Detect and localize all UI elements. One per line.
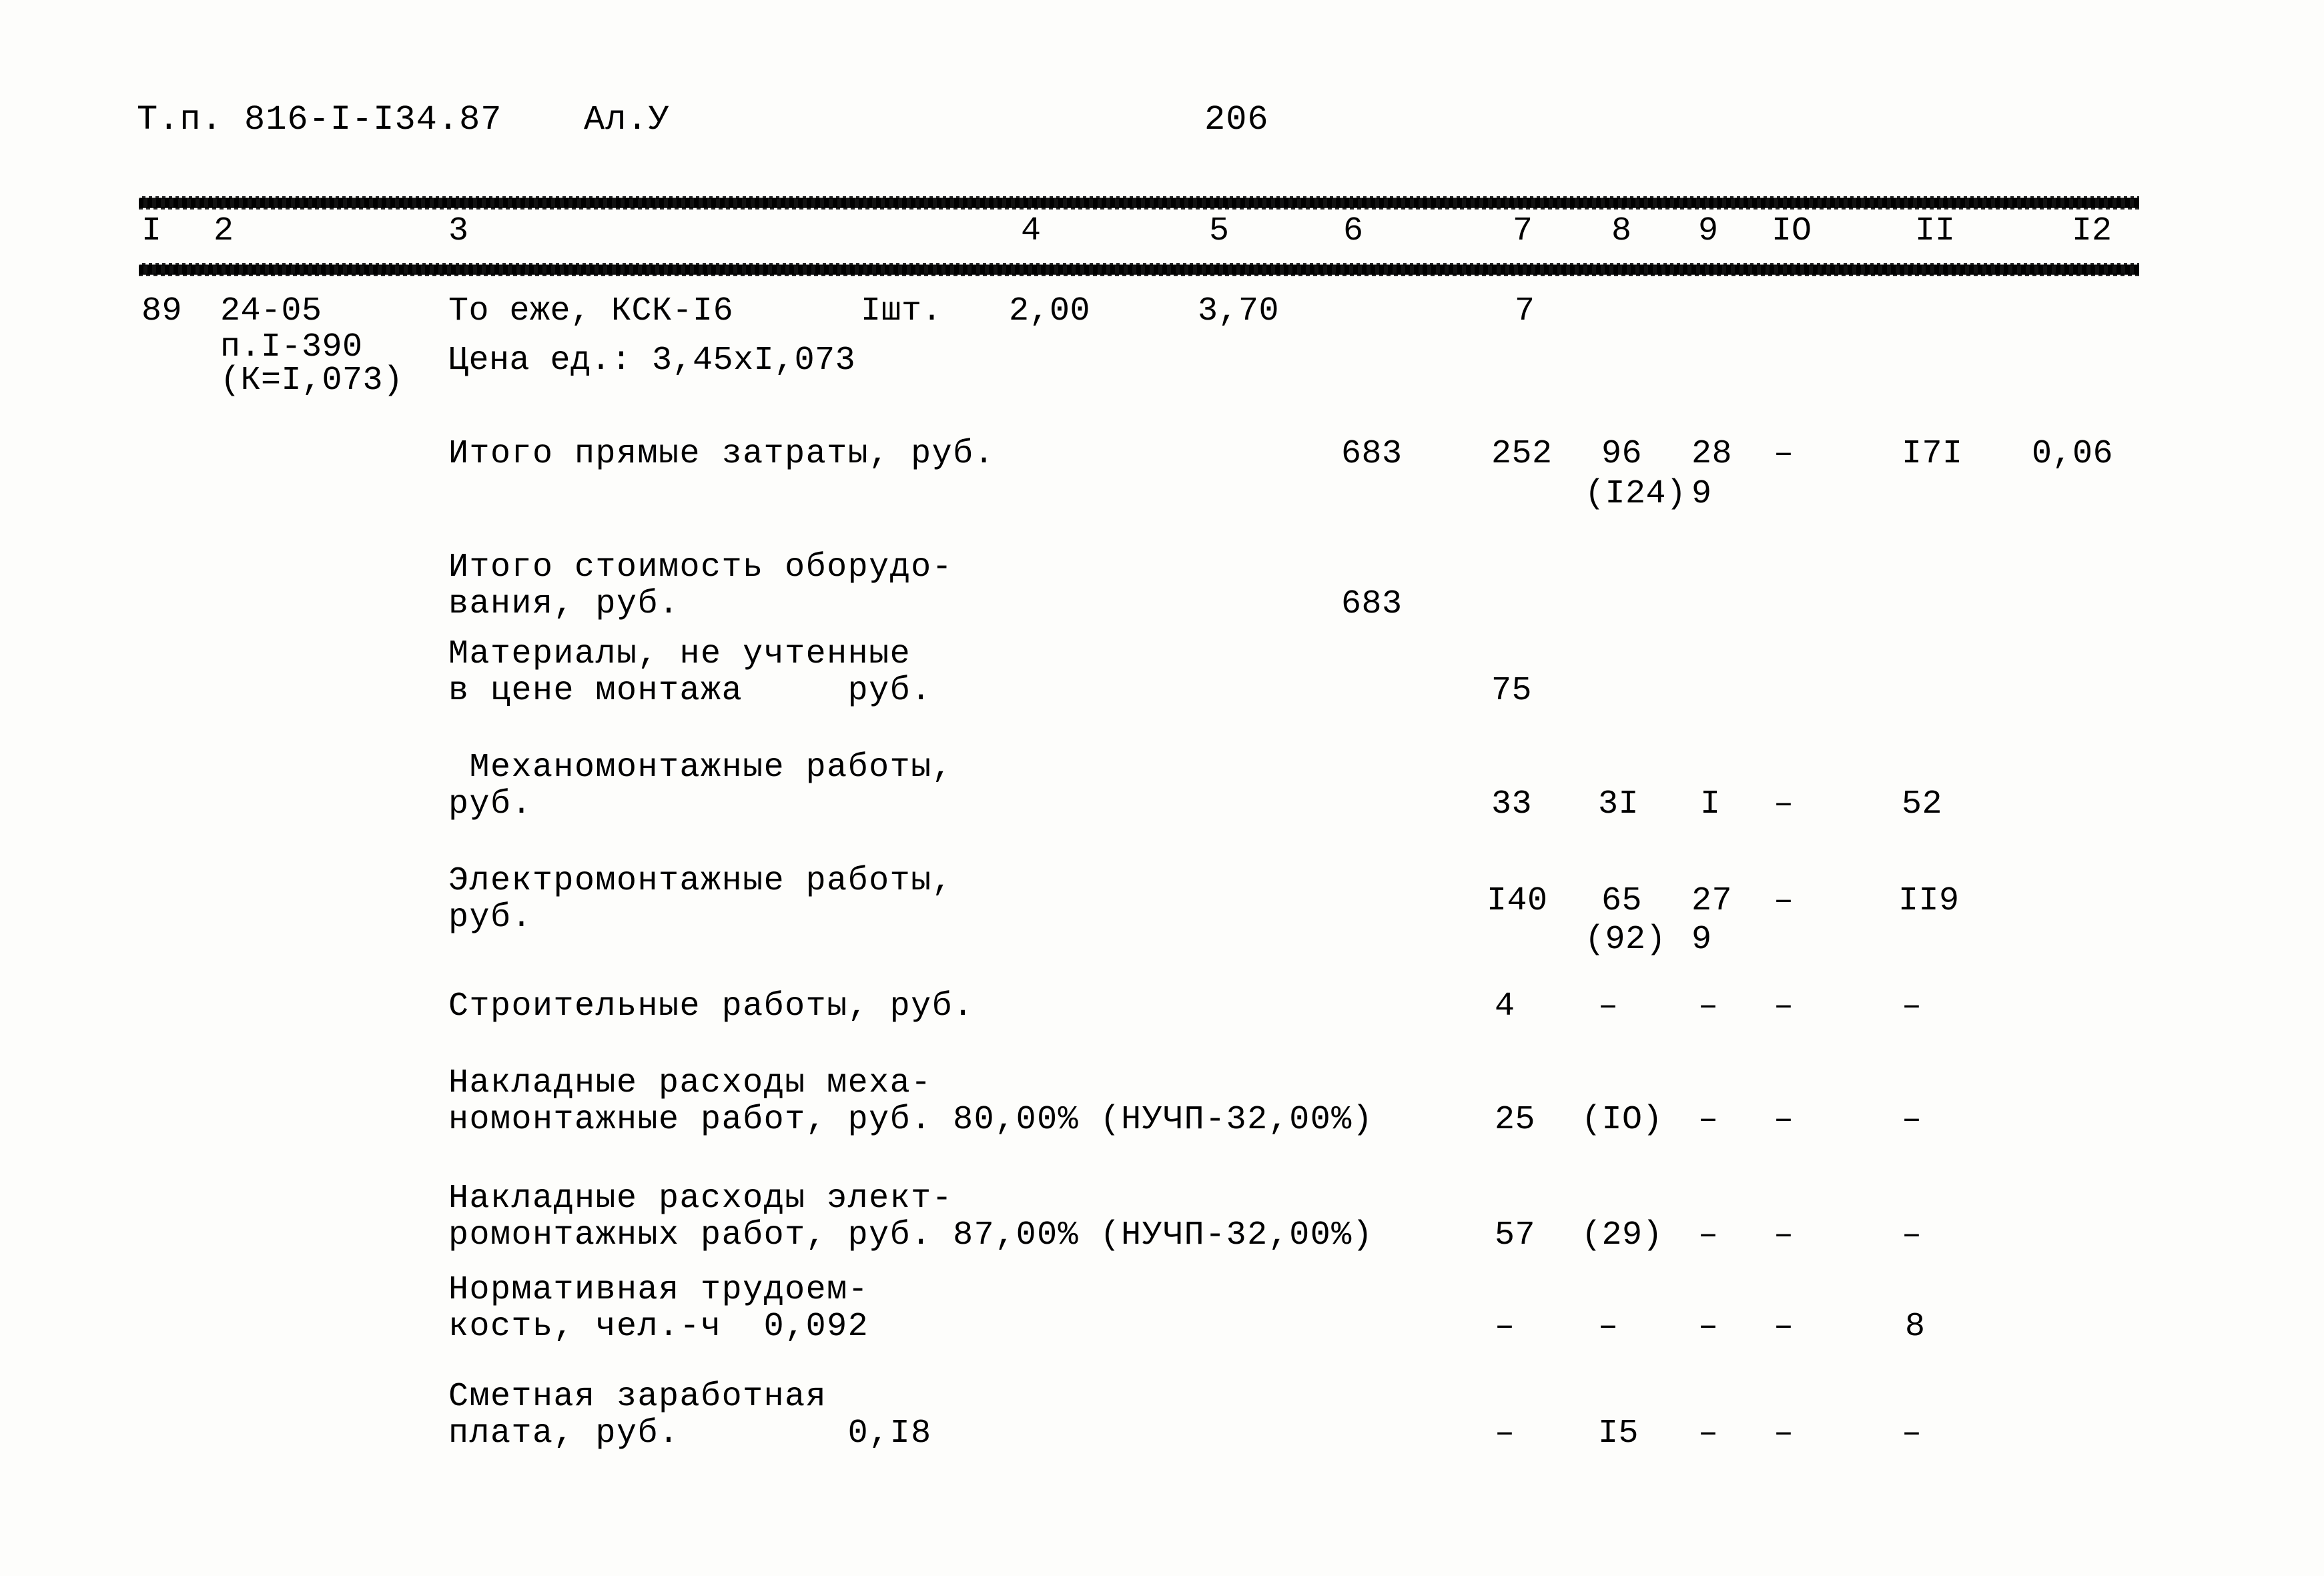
- row-value-c7: 33: [1491, 785, 1533, 823]
- column-header-3: 3: [448, 212, 469, 250]
- row-value-c10: –: [1774, 882, 1794, 920]
- row-value-c7: –: [1495, 1415, 1515, 1453]
- row-label-2: номонтажные работ, руб. 80,00% (НУЧП-32,…: [448, 1101, 1374, 1139]
- table-rule-top: [139, 196, 2139, 210]
- item-unit: Iшт.: [861, 292, 943, 330]
- row-label: Накладные расходы меха-: [448, 1064, 932, 1102]
- row-value-c8: (29): [1581, 1216, 1663, 1254]
- row-value-c8b: (I24): [1585, 475, 1687, 513]
- column-header-8: 8: [1611, 212, 1632, 250]
- row-value-c9b: 9: [1691, 921, 1712, 959]
- column-header-9: 9: [1698, 212, 1719, 250]
- row-value-c10: –: [1774, 1308, 1794, 1346]
- column-header-11: II: [1915, 212, 1956, 250]
- row-value-c9: I: [1700, 785, 1721, 823]
- item-number: 89: [141, 292, 183, 330]
- row-value-c9: –: [1698, 1308, 1719, 1346]
- row-label: Материалы, не учтенные: [448, 635, 911, 673]
- document-page: Т.п. 816-I-I34.87 Ал.У 206 I 2 3 4 5 6 7…: [0, 0, 2324, 1576]
- row-value-c8: 65: [1601, 882, 1643, 920]
- row-value-c8: 96: [1601, 435, 1643, 473]
- item-col7: 7: [1515, 292, 1535, 330]
- row-value-c7: 4: [1495, 988, 1515, 1026]
- row-value-c11: –: [1902, 1216, 1922, 1254]
- row-label: Строительные работы, руб.: [448, 988, 974, 1026]
- row-value-c9: 27: [1691, 882, 1733, 920]
- row-value-c9: 28: [1691, 435, 1733, 473]
- row-value-c7: 25: [1495, 1101, 1536, 1139]
- row-value-c11: 8: [1905, 1308, 1926, 1346]
- row-value-c12: 0,06: [2032, 435, 2114, 473]
- row-value-c11: –: [1902, 988, 1922, 1026]
- row-value-c10: –: [1774, 988, 1794, 1026]
- document-code: Т.п. 816-I-I34.87: [137, 100, 502, 139]
- row-value-c11: II9: [1898, 882, 1960, 920]
- row-label: Итого прямые затраты, руб.: [448, 435, 996, 473]
- column-header-10: IO: [1772, 212, 1812, 250]
- row-value-c7: –: [1495, 1308, 1515, 1346]
- row-label: Механомонтажные работы,: [448, 749, 953, 787]
- row-label-2: кость, чел.-ч 0,092: [448, 1308, 869, 1346]
- item-code-line3: (К=I,073): [220, 362, 404, 400]
- row-label: Итого стоимость оборудо-: [448, 548, 953, 586]
- item-code-line1: 24-05: [220, 292, 322, 330]
- row-label-2: в цене монтажа руб.: [448, 672, 932, 710]
- sheet-label: Ал.У: [584, 100, 670, 139]
- row-value-c10: –: [1774, 1216, 1794, 1254]
- column-header-1: I: [141, 212, 162, 250]
- row-value-c11: I7I: [1902, 435, 1963, 473]
- row-value-c8: –: [1598, 1308, 1619, 1346]
- row-label-2: плата, руб. 0,I8: [448, 1415, 932, 1453]
- row-value-c7: 252: [1491, 435, 1553, 473]
- column-header-5: 5: [1209, 212, 1230, 250]
- row-label-2: руб.: [448, 899, 533, 937]
- row-value-c11: –: [1902, 1101, 1922, 1139]
- row-value-c11: 52: [1902, 785, 1943, 823]
- row-label-2: ромонтажных работ, руб. 87,00% (НУЧП-32,…: [448, 1216, 1374, 1254]
- column-header-7: 7: [1513, 212, 1533, 250]
- row-value-c9: –: [1698, 1101, 1719, 1139]
- row-label-2: вания, руб.: [448, 585, 680, 623]
- row-value-c10: –: [1774, 1415, 1794, 1453]
- row-value-c9: –: [1698, 988, 1719, 1026]
- row-value-c6: 683: [1341, 585, 1403, 623]
- row-value-c7: 57: [1495, 1216, 1536, 1254]
- row-value-c7: 75: [1491, 672, 1533, 710]
- row-value-c8: 3I: [1598, 785, 1639, 823]
- column-header-12: I2: [2072, 212, 2112, 250]
- row-value-c7: I40: [1487, 882, 1548, 920]
- row-value-c8: –: [1598, 988, 1619, 1026]
- column-header-6: 6: [1343, 212, 1364, 250]
- row-value-c10: –: [1774, 435, 1794, 473]
- row-value-c8: I5: [1598, 1415, 1639, 1453]
- row-value-c6: 683: [1341, 435, 1403, 473]
- page-number: 206: [1204, 100, 1269, 139]
- item-quantity: 2,00: [1009, 292, 1091, 330]
- row-label-2: руб.: [448, 785, 533, 823]
- column-header-4: 4: [1021, 212, 1042, 250]
- item-price: 3,70: [1198, 292, 1280, 330]
- row-value-c9b: 9: [1691, 475, 1712, 513]
- row-label: Накладные расходы элект-: [448, 1180, 953, 1218]
- item-price-note: Цена ед.: 3,45хI,073: [448, 342, 856, 380]
- row-value-c9: –: [1698, 1216, 1719, 1254]
- row-label: Электромонтажные работы,: [448, 862, 953, 900]
- row-label: Нормативная трудоем-: [448, 1271, 869, 1309]
- row-value-c10: –: [1774, 1101, 1794, 1139]
- row-value-c8b: (92): [1585, 921, 1667, 959]
- row-value-c10: –: [1774, 785, 1794, 823]
- row-label: Сметная заработная: [448, 1378, 827, 1416]
- row-value-c9: –: [1698, 1415, 1719, 1453]
- row-value-c8: (IO): [1581, 1101, 1663, 1139]
- row-value-c11: –: [1902, 1415, 1922, 1453]
- column-header-2: 2: [214, 212, 234, 250]
- document-header: Т.п. 816-I-I34.87 Ал.У 206: [0, 100, 2324, 147]
- table-rule-bottom: [139, 263, 2139, 276]
- item-description: То еже, КСК-I6: [448, 292, 734, 330]
